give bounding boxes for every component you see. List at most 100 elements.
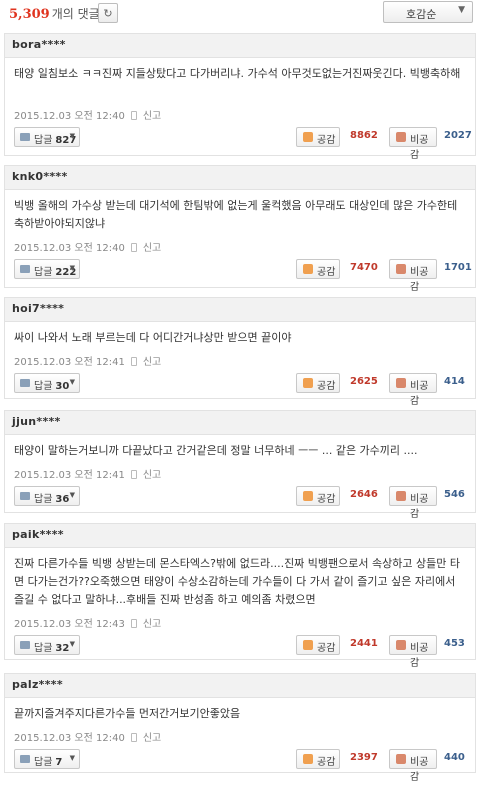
mobile-phone-icon [130, 243, 137, 252]
report-link[interactable]: 신고 [143, 357, 161, 368]
thumbs-up-icon [303, 640, 313, 650]
speech-bubble-icon [20, 265, 30, 273]
dislike-button[interactable]: 비공감 [389, 635, 437, 669]
mobile-phone-icon [130, 111, 137, 120]
comment-date: 2015.12.03 오전 12:40 [14, 243, 125, 254]
report-link[interactable]: 신고 [143, 111, 161, 122]
thumbs-up-icon [303, 491, 313, 501]
comment-meta: 2015.12.03 오전 12:43 신고 [14, 615, 161, 630]
dislike-label: 비공감 [410, 494, 429, 520]
thumbs-down-icon [396, 378, 406, 388]
like-label: 공감 [317, 643, 336, 654]
dislike-label: 비공감 [410, 381, 429, 407]
thumbs-down-icon [396, 132, 406, 142]
mobile-phone-icon [130, 619, 137, 628]
comment-header: jjun**** [5, 411, 475, 435]
reply-count: 7 [55, 757, 63, 768]
reply-button[interactable]: 답글 7 ▼ [14, 749, 80, 769]
dislike-button[interactable]: 비공감 [389, 373, 437, 407]
dislike-label: 비공감 [410, 643, 429, 669]
report-link[interactable]: 신고 [143, 619, 161, 630]
comment-meta: 2015.12.03 오전 12:40 신고 [14, 107, 161, 122]
thumbs-down-icon [396, 640, 406, 650]
reply-label: 답글 32 [34, 643, 70, 654]
like-count: 7470 [350, 262, 378, 273]
thumbs-up-icon [303, 132, 313, 142]
like-label: 공감 [317, 135, 336, 146]
dislike-label: 비공감 [410, 757, 429, 783]
comment-meta: 2015.12.03 오전 12:41 신고 [14, 353, 161, 368]
comment-item: jjun**** 태양이 말하는거보니까 다끝났다고 간거같은데 정말 너무하네… [4, 410, 476, 520]
comment-username[interactable]: palz**** [12, 678, 63, 691]
comment-item: bora**** 태양 일침보소 ㅋㅋ진짜 지들상탔다고 다가버리냐. 가수석 … [4, 33, 476, 161]
refresh-button[interactable]: ↻ [98, 3, 118, 23]
mobile-phone-icon [130, 733, 137, 742]
comment-header: knk0**** [5, 166, 475, 190]
comment-header: bora**** [5, 34, 475, 58]
comment-item: paik**** 진짜 다른가수들 빅뱅 상받는데 몬스타엑스?밖에 없드라..… [4, 523, 476, 669]
like-count: 2646 [350, 489, 378, 500]
like-count: 2625 [350, 376, 378, 387]
comment-text: 진짜 다른가수들 빅뱅 상받는데 몬스타엑스?밖에 없드라....진짜 빅뱅팬으… [14, 557, 460, 606]
like-button[interactable]: 공감 [296, 373, 340, 393]
report-link[interactable]: 신고 [143, 733, 161, 744]
comments-header: 5,309 개의 댓글 ↻ 호감순 ▼ [0, 0, 480, 30]
comment-item: knk0**** 빅뱅 올해의 가수상 받는데 대기석에 한팀밖에 없는게 울컥… [4, 165, 476, 293]
like-label: 공감 [317, 494, 336, 505]
reply-count: 36 [55, 494, 70, 505]
like-button[interactable]: 공감 [296, 749, 340, 769]
like-button[interactable]: 공감 [296, 486, 340, 506]
comment-username[interactable]: bora**** [12, 38, 66, 51]
like-button[interactable]: 공감 [296, 635, 340, 655]
reply-label: 답글 7 [34, 757, 63, 768]
like-label: 공감 [317, 381, 336, 392]
speech-bubble-icon [20, 755, 30, 763]
speech-bubble-icon [20, 379, 30, 387]
like-button[interactable]: 공감 [296, 127, 340, 147]
like-button[interactable]: 공감 [296, 259, 340, 279]
thumbs-up-icon [303, 754, 313, 764]
comment-text: 끝까지즐겨주지다른가수들 먼저간거보기안좋았음 [14, 707, 241, 720]
comment-meta: 2015.12.03 오전 12:40 신고 [14, 239, 161, 254]
comment-username[interactable]: hoi7**** [12, 302, 64, 315]
dislike-count: 453 [444, 638, 465, 649]
comment-username[interactable]: paik**** [12, 528, 64, 541]
comment-header: hoi7**** [5, 298, 475, 322]
reply-button[interactable]: 답글 32 ▼ [14, 635, 80, 655]
comment-meta: 2015.12.03 오전 12:40 신고 [14, 729, 161, 744]
dislike-count: 1701 [444, 262, 472, 273]
reply-button[interactable]: 답글 30 ▼ [14, 373, 80, 393]
speech-bubble-icon [20, 133, 30, 141]
dislike-button[interactable]: 비공감 [389, 486, 437, 520]
mobile-phone-icon [130, 470, 137, 479]
comment-item: palz**** 끝까지즐겨주지다른가수들 먼저간거보기안좋았음 2015.12… [4, 673, 476, 783]
comment-date: 2015.12.03 오전 12:43 [14, 619, 125, 630]
thumbs-down-icon [396, 754, 406, 764]
report-link[interactable]: 신고 [143, 243, 161, 254]
comment-username[interactable]: jjun**** [12, 415, 61, 428]
reply-button[interactable]: 답글 827 ▼ [14, 127, 80, 147]
comment-date: 2015.12.03 오전 12:40 [14, 111, 125, 122]
chevron-down-icon: ▼ [69, 132, 75, 140]
dislike-button[interactable]: 비공감 [389, 127, 437, 161]
dislike-label: 비공감 [410, 135, 429, 161]
report-link[interactable]: 신고 [143, 470, 161, 481]
thumbs-up-icon [303, 378, 313, 388]
speech-bubble-icon [20, 641, 30, 649]
comment-header: paik**** [5, 524, 475, 548]
comment-count: 5,309 개의 댓글 [9, 7, 100, 22]
reply-button[interactable]: 답글 222 ▼ [14, 259, 80, 279]
like-label: 공감 [317, 267, 336, 278]
dislike-label: 비공감 [410, 267, 429, 293]
sort-dropdown[interactable]: 호감순 ▼ [383, 1, 473, 23]
comment-item: hoi7**** 싸이 나와서 노래 부르는데 다 어디간거냐상만 받으면 끝이… [4, 297, 476, 407]
comment-text: 태양 일침보소 ㅋㅋ진짜 지들상탔다고 다가버리냐. 가수석 아무것도없는거진짜… [14, 67, 461, 80]
reply-label: 답글 30 [34, 381, 70, 392]
dislike-button[interactable]: 비공감 [389, 749, 437, 783]
mobile-phone-icon [130, 357, 137, 366]
like-count: 8862 [350, 130, 378, 141]
dislike-button[interactable]: 비공감 [389, 259, 437, 293]
comment-username[interactable]: knk0**** [12, 170, 68, 183]
dislike-count: 2027 [444, 130, 472, 141]
reply-button[interactable]: 답글 36 ▼ [14, 486, 80, 506]
